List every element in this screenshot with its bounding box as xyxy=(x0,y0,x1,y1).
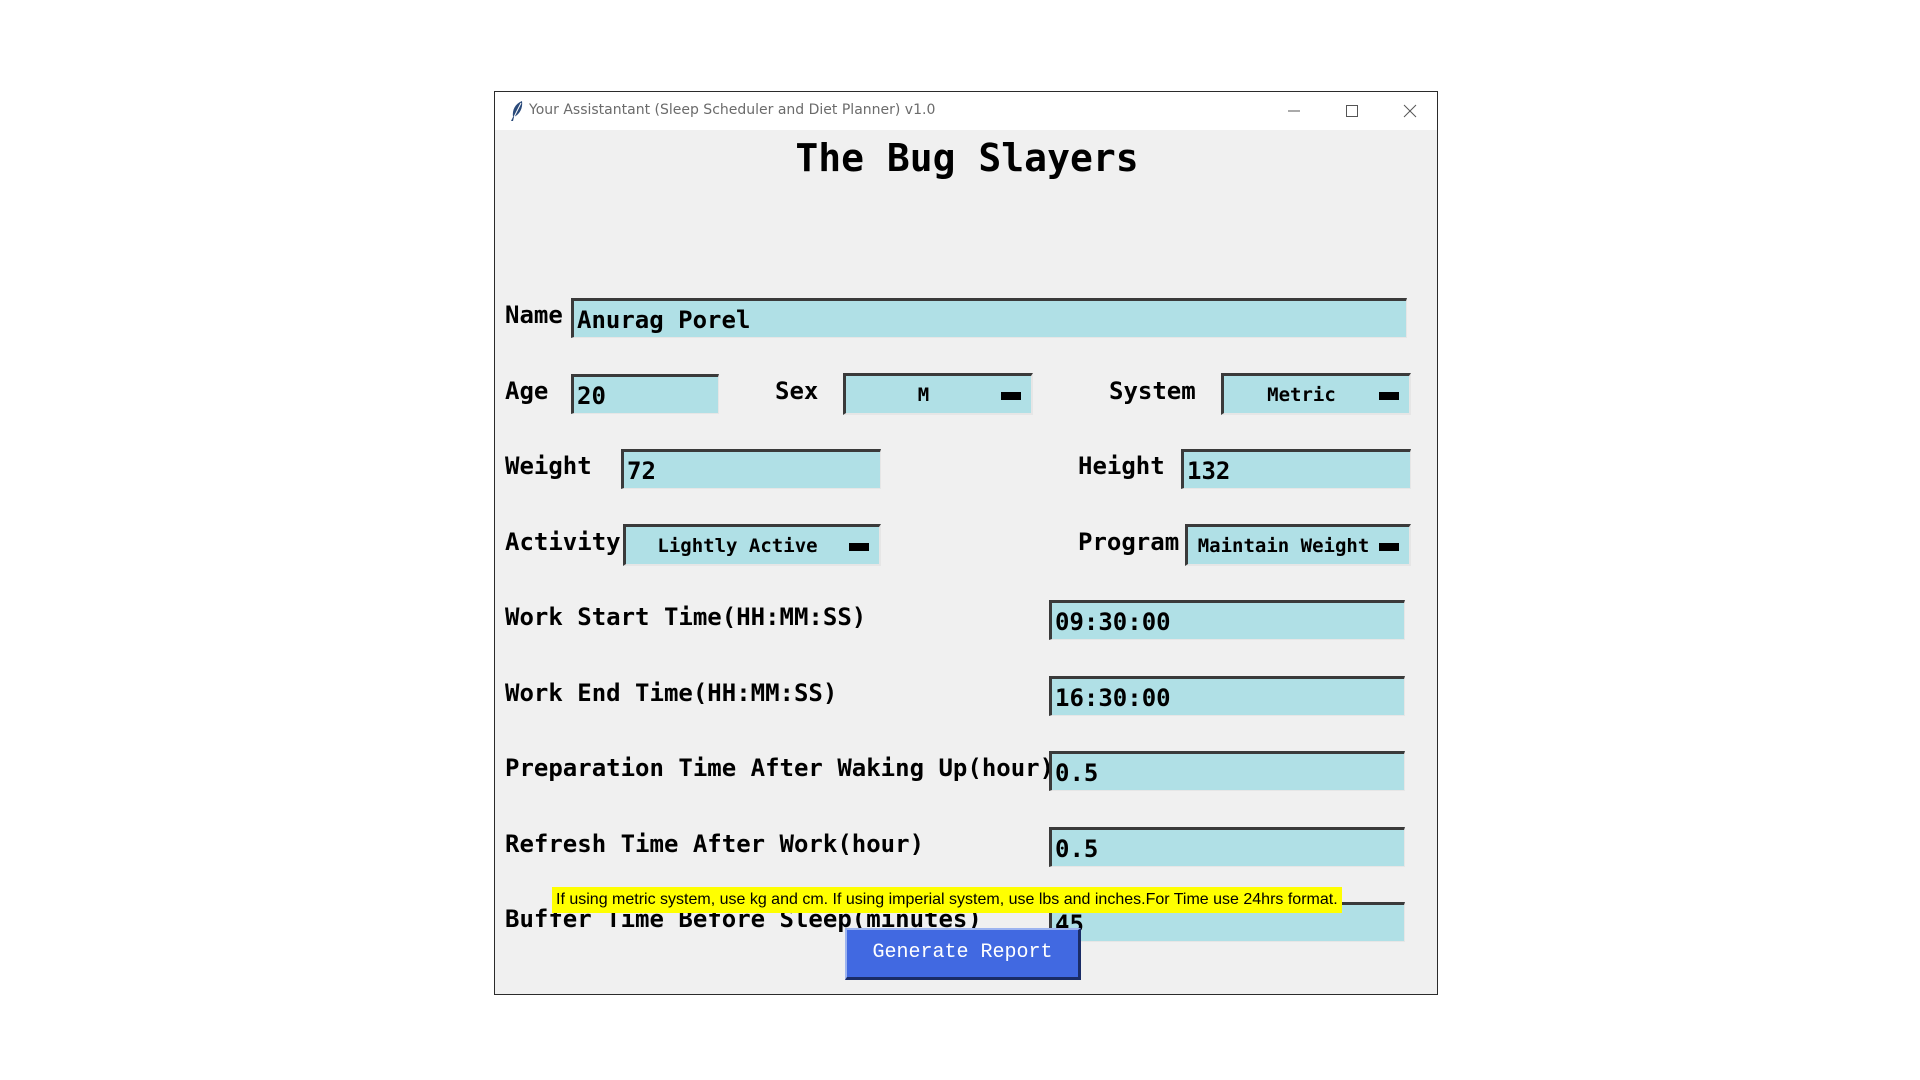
units-note: If using metric system, use kg and cm. I… xyxy=(552,887,1342,913)
weight-label: Weight xyxy=(505,452,592,480)
program-label: Program xyxy=(1078,528,1180,556)
sex-label: Sex xyxy=(775,377,819,405)
feather-icon xyxy=(509,100,525,122)
system-label: System xyxy=(1109,377,1196,405)
dropdown-indicator-icon xyxy=(1379,543,1399,551)
age-label: Age xyxy=(505,377,549,405)
activity-dropdown[interactable]: Lightly Active xyxy=(623,524,881,566)
name-label: Name xyxy=(505,301,563,329)
maximize-button[interactable] xyxy=(1323,92,1381,130)
system-dropdown[interactable]: Metric xyxy=(1221,373,1411,415)
page-title: The Bug Slayers xyxy=(795,136,1139,180)
height-input[interactable]: 132 xyxy=(1181,449,1411,489)
age-input[interactable]: 20 xyxy=(571,374,719,414)
work-start-input[interactable]: 09:30:00 xyxy=(1049,600,1405,640)
program-dropdown[interactable]: Maintain Weight xyxy=(1185,524,1411,566)
work-end-label: Work End Time(HH:MM:SS) xyxy=(505,679,838,707)
close-button[interactable] xyxy=(1381,92,1439,130)
sex-selected: M xyxy=(917,384,930,406)
window-title: Your Assistantant (Sleep Scheduler and D… xyxy=(529,102,936,118)
minimize-icon xyxy=(1288,110,1300,112)
dropdown-indicator-icon xyxy=(849,543,869,551)
sex-dropdown[interactable]: M xyxy=(843,373,1033,415)
program-selected: Maintain Weight xyxy=(1197,535,1370,557)
maximize-icon xyxy=(1346,105,1358,117)
close-icon xyxy=(1403,104,1417,118)
work-end-input[interactable]: 16:30:00 xyxy=(1049,676,1405,716)
generate-report-button[interactable]: Generate Report xyxy=(845,928,1081,980)
system-selected: Metric xyxy=(1267,384,1336,406)
dropdown-indicator-icon xyxy=(1001,392,1021,400)
dropdown-indicator-icon xyxy=(1379,392,1399,400)
prep-time-label: Preparation Time After Waking Up(hour) xyxy=(505,754,1055,782)
height-label: Height xyxy=(1078,452,1165,480)
title-bar[interactable]: Your Assistantant (Sleep Scheduler and D… xyxy=(495,92,1437,130)
activity-label: Activity xyxy=(505,528,621,556)
work-start-label: Work Start Time(HH:MM:SS) xyxy=(505,603,867,631)
name-input[interactable]: Anurag Porel xyxy=(571,298,1407,338)
activity-selected: Lightly Active xyxy=(657,535,818,557)
prep-time-input[interactable]: 0.5 xyxy=(1049,751,1405,791)
app-window: Your Assistantant (Sleep Scheduler and D… xyxy=(494,91,1438,995)
refresh-time-label: Refresh Time After Work(hour) xyxy=(505,830,925,858)
weight-input[interactable]: 72 xyxy=(621,449,881,489)
refresh-time-input[interactable]: 0.5 xyxy=(1049,827,1405,867)
minimize-button[interactable] xyxy=(1265,92,1323,130)
